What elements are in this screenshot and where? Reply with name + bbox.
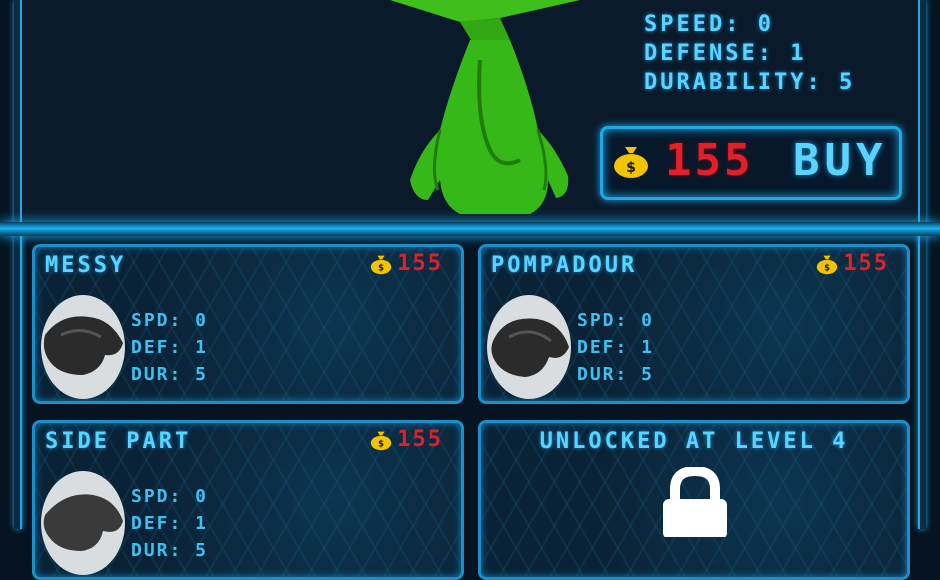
- item-durability: DUR: 5: [577, 364, 655, 385]
- featured-speed: SPEED: 0: [644, 12, 774, 37]
- item-name: SIDE PART: [45, 429, 192, 454]
- item-price-value: 155: [397, 251, 443, 276]
- item-durability: DUR: 5: [131, 364, 209, 385]
- item-defense: DEF: 1: [577, 337, 655, 358]
- item-stats: SPD: 0 DEF: 1 DUR: 5: [131, 483, 208, 564]
- item-price: $ 155: [815, 251, 889, 276]
- item-speed: SPD: 0: [131, 310, 209, 331]
- buy-button[interactable]: BUY: [793, 135, 887, 186]
- lock-icon: [663, 467, 727, 537]
- frame-right: [918, 0, 926, 529]
- item-card-pompadour[interactable]: POMPADOUR $ 155 SPD: 0 DEF: 1 DUR: 5: [478, 244, 910, 404]
- hair-thumbnail: [41, 295, 125, 399]
- item-stats: SPD: 0 DEF: 1 DUR: 5: [577, 307, 654, 388]
- item-defense: DEF: 1: [131, 337, 209, 358]
- item-card-side-part[interactable]: SIDE PART $ 155 SPD: 0 DEF: 1 DUR: 5: [32, 420, 464, 580]
- featured-durability: DURABILITY: 5: [644, 70, 856, 95]
- item-price-value: 155: [397, 427, 443, 452]
- item-name: POMPADOUR: [491, 253, 638, 278]
- item-defense: DEF: 1: [131, 513, 209, 534]
- featured-defense: DEFENSE: 1: [644, 41, 807, 66]
- featured-stats: SPEED: 0 DEFENSE: 1 DURABILITY: 5: [644, 10, 855, 97]
- item-price: $ 155: [369, 427, 443, 452]
- locked-item-card: UNLOCKED AT LEVEL 4: [478, 420, 910, 580]
- item-speed: SPD: 0: [131, 486, 209, 507]
- item-speed: SPD: 0: [577, 310, 655, 331]
- alien-character-preview: [390, 0, 580, 214]
- money-bag-icon: $: [369, 428, 393, 452]
- buy-panel[interactable]: $ 155 BUY: [600, 126, 902, 200]
- svg-text:$: $: [824, 262, 830, 272]
- money-bag-icon: $: [611, 143, 651, 179]
- hair-thumbnail: [487, 295, 571, 399]
- svg-text:$: $: [626, 160, 636, 176]
- money-bag-icon: $: [369, 252, 393, 276]
- item-card-messy[interactable]: MESSY $ 155 SPD: 0 DEF: 1 DUR: 5: [32, 244, 464, 404]
- item-stats: SPD: 0 DEF: 1 DUR: 5: [131, 307, 208, 388]
- money-bag-icon: $: [815, 252, 839, 276]
- item-price: $ 155: [369, 251, 443, 276]
- item-name: MESSY: [45, 253, 127, 278]
- svg-text:$: $: [378, 438, 384, 448]
- svg-text:$: $: [378, 262, 384, 272]
- preview-panel: SPEED: 0 DEFENSE: 1 DURABILITY: 5 $ 155 …: [22, 0, 918, 222]
- featured-price: 155: [665, 135, 754, 186]
- locked-label: UNLOCKED AT LEVEL 4: [539, 429, 849, 454]
- section-divider: [0, 222, 940, 236]
- frame-left: [14, 0, 22, 529]
- item-durability: DUR: 5: [131, 540, 209, 561]
- item-price-value: 155: [843, 251, 889, 276]
- hair-thumbnail: [41, 471, 125, 575]
